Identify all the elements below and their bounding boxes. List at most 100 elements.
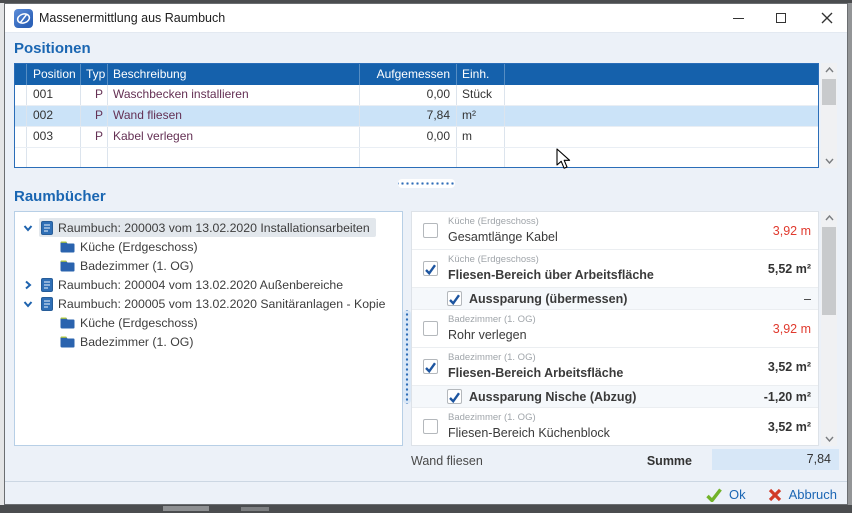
tree-item-raumbuch-200004[interactable]: Raumbuch: 200004 vom 13.02.2020 Außenber… [15, 275, 402, 294]
tree-item-label: Badezimmer (1. OG) [80, 259, 193, 273]
checkbox-checked[interactable] [447, 291, 462, 306]
column-header-beschreibung[interactable]: Beschreibung [108, 64, 360, 85]
summary-position-label: Wand fliesen [411, 451, 483, 471]
tree-item-label: Raumbuch: 200003 vom 13.02.2020 Installa… [58, 221, 370, 235]
measurement-list: Küche (Erdgeschoss) Gesamtlänge Kabel 3,… [411, 211, 819, 446]
cell-aufgemessen: 0,00 [360, 85, 457, 105]
table-row-empty[interactable] [15, 148, 818, 168]
column-header-typ[interactable]: Typ [81, 64, 108, 85]
background-edge-right [848, 3, 852, 505]
tree-item-label: Raumbuch: 200005 vom 13.02.2020 Sanitära… [58, 297, 385, 311]
tree-item-kueche-eg-1[interactable]: Küche (Erdgeschoss) [15, 237, 402, 256]
table-row-003[interactable]: 003 P Kabel verlegen 0,00 m [15, 127, 818, 148]
table-row-002-selected[interactable]: 002 P Wand fliesen 7,84 m² [15, 106, 818, 127]
tree-item-label: Badezimmer (1. OG) [80, 335, 193, 349]
measurement-name: Fliesen-Bereich über Arbeitsfläche [448, 267, 654, 283]
cell-aufgemessen: 7,84 [360, 106, 457, 126]
cell-position: 001 [27, 85, 81, 105]
table-row-001[interactable]: 001 P Waschbecken installieren 0,00 Stüc… [15, 85, 818, 106]
background-window-artifact [241, 507, 269, 511]
measurement-value: -1,20 m² [764, 390, 811, 404]
checkbox-unchecked[interactable] [423, 321, 438, 336]
measurement-name: Aussparung (übermessen) [469, 292, 627, 306]
checkbox-checked[interactable] [447, 389, 462, 404]
chevron-right-icon[interactable] [22, 279, 34, 291]
scroll-down-icon[interactable] [821, 154, 837, 168]
tree-item-badezimmer-og-2[interactable]: Badezimmer (1. OG) [15, 332, 402, 351]
roombook-tree: Raumbuch: 200003 vom 13.02.2020 Installa… [14, 211, 403, 446]
measurement-row-gesamtlaenge-kabel[interactable]: Küche (Erdgeschoss) Gesamtlänge Kabel 3,… [412, 212, 818, 250]
scroll-up-icon[interactable] [821, 63, 837, 77]
measurement-row-fliesen-kuechenblock[interactable]: Badezimmer (1. OG) Fliesen-Bereich Küche… [412, 408, 818, 446]
roombook-icon [41, 297, 53, 311]
tree-item-label: Küche (Erdgeschoss) [80, 316, 198, 330]
maximize-icon [776, 13, 786, 23]
chevron-down-icon[interactable] [22, 298, 34, 310]
column-header-einheit[interactable]: Einh. [457, 64, 505, 85]
scroll-up-icon[interactable] [821, 211, 837, 225]
measurement-subrow-aussparung-uebermessen[interactable]: Aussparung (übermessen) – [412, 288, 818, 310]
header-gutter [15, 64, 27, 85]
measurement-value: 5,52 m² [768, 262, 811, 276]
roombooks-section-title: Raumbücher [14, 188, 106, 205]
room-label: Badezimmer (1. OG) [448, 412, 610, 424]
roombook-icon [41, 278, 53, 292]
folder-icon [60, 241, 75, 253]
measurement-subrow-aussparung-nische[interactable]: Aussparung Nische (Abzug) -1,20 m² [412, 386, 818, 408]
measurement-value: – [804, 292, 811, 306]
column-header-position[interactable]: Position [27, 64, 81, 85]
scrollbar-thumb[interactable] [822, 79, 836, 105]
tree-item-raumbuch-200005[interactable]: Raumbuch: 200005 vom 13.02.2020 Sanitära… [15, 294, 402, 313]
checkbox-unchecked[interactable] [423, 223, 438, 238]
close-icon [821, 12, 833, 24]
close-button[interactable] [807, 4, 847, 32]
screen: Massenermittlung aus Raumbuch Positionen… [0, 0, 852, 513]
row-selector-cell[interactable] [15, 106, 27, 126]
measurement-row-fliesen-ueber-arbeitsflaeche[interactable]: Küche (Erdgeschoss) Fliesen-Bereich über… [412, 250, 818, 288]
cell-position: 002 [27, 106, 81, 126]
vertical-splitter[interactable] [403, 310, 411, 404]
cell-beschreibung: Waschbecken installieren [108, 85, 360, 105]
cell-typ: P [81, 127, 108, 147]
tree-item-badezimmer-og-1[interactable]: Badezimmer (1. OG) [15, 256, 402, 275]
measurement-name: Fliesen-Bereich Arbeitsfläche [448, 365, 623, 381]
maximize-button[interactable] [761, 4, 801, 32]
titlebar[interactable]: Massenermittlung aus Raumbuch [5, 4, 847, 33]
app-logo-icon [14, 9, 33, 28]
tree-item-label: Küche (Erdgeschoss) [80, 240, 198, 254]
tree-item-kueche-eg-2[interactable]: Küche (Erdgeschoss) [15, 313, 402, 332]
measurement-value: 3,92 m [773, 224, 811, 238]
measurement-row-fliesen-arbeitsflaeche[interactable]: Badezimmer (1. OG) Fliesen-Bereich Arbei… [412, 348, 818, 386]
row-selector-cell[interactable] [15, 85, 27, 105]
positions-section-title: Positionen [14, 40, 91, 57]
checkbox-checked[interactable] [423, 359, 438, 374]
summary-sum-label: Summe [565, 451, 692, 471]
scrollbar-thumb[interactable] [822, 227, 836, 315]
tree-item-raumbuch-200003[interactable]: Raumbuch: 200003 vom 13.02.2020 Installa… [15, 218, 402, 237]
row-selector-cell[interactable] [15, 127, 27, 147]
scroll-down-icon[interactable] [821, 432, 837, 446]
horizontal-splitter[interactable] [398, 179, 455, 188]
cell-beschreibung: Kabel verlegen [108, 127, 360, 147]
footer-separator [5, 481, 847, 482]
minimize-button[interactable] [718, 4, 758, 32]
positions-scrollbar[interactable] [821, 63, 837, 168]
measurement-name: Gesamtlänge Kabel [448, 229, 558, 245]
measurement-scrollbar[interactable] [821, 211, 837, 446]
cell-einheit: Stück [457, 85, 505, 105]
ok-button[interactable]: Ok [706, 487, 746, 502]
cell-typ: P [81, 85, 108, 105]
checkbox-unchecked[interactable] [423, 419, 438, 434]
room-label: Küche (Erdgeschoss) [448, 216, 558, 228]
cancel-button[interactable]: Abbruch [768, 487, 837, 502]
column-header-aufgemessen[interactable]: Aufgemessen [360, 64, 457, 85]
room-label: Badezimmer (1. OG) [448, 352, 623, 364]
chevron-down-icon[interactable] [22, 222, 34, 234]
summary-value: 7,84 [712, 449, 839, 470]
checkbox-checked[interactable] [423, 261, 438, 276]
roombook-icon [41, 221, 53, 235]
dialog-massenermittlung: Massenermittlung aus Raumbuch Positionen… [4, 3, 848, 505]
check-icon [706, 488, 722, 502]
measurement-row-rohr-verlegen[interactable]: Badezimmer (1. OG) Rohr verlegen 3,92 m [412, 310, 818, 348]
table-header-row: Position Typ Beschreibung Aufgemessen Ei… [15, 64, 818, 85]
